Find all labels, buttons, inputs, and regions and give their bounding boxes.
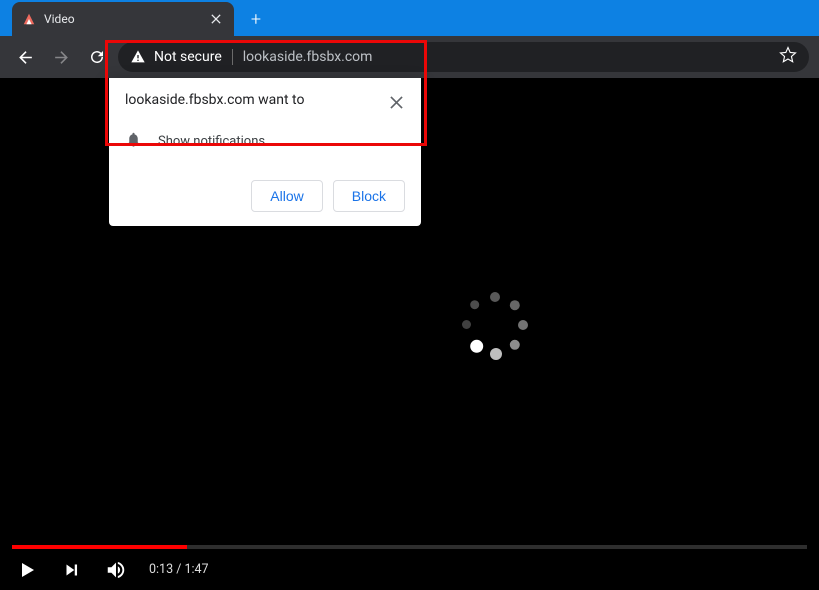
- page-content: lookaside.fbsbx.com want to Show notific…: [0, 78, 819, 590]
- video-controls: 0:13 / 1:47: [0, 545, 819, 590]
- separator: [232, 49, 233, 65]
- volume-button[interactable]: [105, 559, 127, 581]
- permission-dialog: lookaside.fbsbx.com want to Show notific…: [109, 78, 421, 226]
- security-status[interactable]: Not secure: [130, 49, 222, 65]
- tab-title: Video: [44, 12, 200, 26]
- window-titlebar: Video +: [0, 0, 819, 36]
- address-bar[interactable]: Not secure lookaside.fbsbx.com: [118, 42, 809, 72]
- block-button[interactable]: Block: [333, 180, 405, 212]
- reload-button[interactable]: [82, 42, 112, 72]
- security-label: Not secure: [154, 49, 222, 65]
- permission-close-icon[interactable]: [388, 92, 405, 115]
- tab-close-icon[interactable]: [208, 11, 224, 27]
- play-button[interactable]: [15, 558, 39, 582]
- video-timecode: 0:13 / 1:47: [149, 562, 209, 577]
- allow-button[interactable]: Allow: [251, 180, 322, 212]
- next-button[interactable]: [61, 559, 83, 581]
- warning-icon: [130, 49, 146, 65]
- tab-favicon: [22, 12, 36, 26]
- progress-fill: [12, 545, 187, 549]
- browser-tab[interactable]: Video: [12, 2, 234, 36]
- bookmark-star-icon[interactable]: [779, 46, 797, 68]
- permission-origin: lookaside.fbsbx.com want to: [125, 92, 304, 108]
- back-button[interactable]: [10, 42, 40, 72]
- current-time: 0:13: [149, 562, 173, 577]
- permission-item-label: Show notifications: [158, 134, 265, 149]
- new-tab-button[interactable]: +: [242, 5, 270, 33]
- progress-track[interactable]: [12, 545, 807, 549]
- bell-icon: [125, 131, 142, 152]
- url-text: lookaside.fbsbx.com: [243, 49, 769, 65]
- forward-button: [46, 42, 76, 72]
- browser-toolbar: Not secure lookaside.fbsbx.com: [0, 36, 819, 78]
- loading-spinner: [456, 286, 536, 366]
- duration: 1:47: [184, 562, 208, 577]
